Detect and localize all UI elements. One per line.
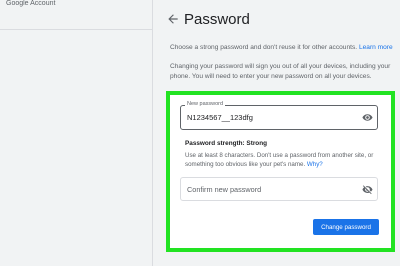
confirm-password-field[interactable]: Confirm new password [180, 177, 378, 201]
sign-out-warning: Changing your password will sign you out… [170, 63, 391, 80]
learn-more-link[interactable]: Learn more [359, 44, 393, 51]
new-password-label: New password [185, 101, 226, 107]
change-password-button[interactable]: Change password [313, 219, 379, 235]
new-password-value[interactable]: N1234567__123dfg [187, 113, 253, 122]
password-hint: Use at least 8 characters. Don't use a p… [185, 151, 380, 169]
intro-text: Choose a strong password and don't reuse… [170, 43, 395, 52]
left-column: Google Account [0, 0, 152, 266]
arrow-back-icon[interactable] [166, 12, 180, 26]
logo-text: Google Account [6, 0, 56, 7]
why-link[interactable]: Why? [307, 161, 323, 168]
confirm-password-placeholder: Confirm new password [187, 185, 262, 194]
password-hint-text: Use at least 8 characters. Don't use a p… [185, 152, 374, 168]
password-strength: Password strength: Strong [185, 140, 268, 147]
eye-off-icon[interactable] [362, 184, 373, 195]
new-password-field[interactable]: New password N1234567__123dfg [180, 101, 378, 130]
intro-sentence: Choose a strong password and don't reuse… [170, 44, 358, 51]
header-divider [0, 29, 152, 30]
page-title: Password [184, 11, 250, 28]
eye-icon[interactable] [362, 112, 373, 123]
